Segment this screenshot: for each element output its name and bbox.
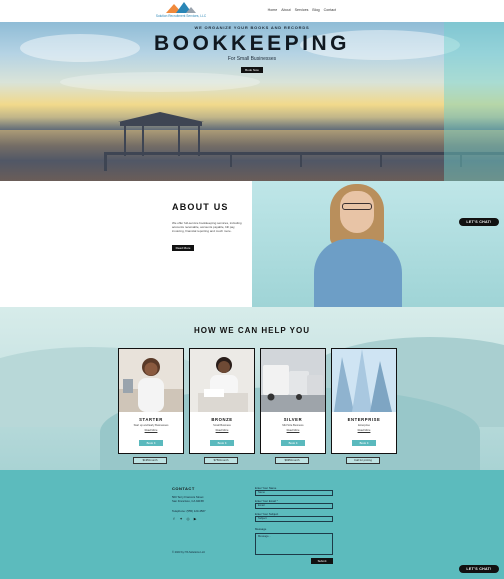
card-desc: Enterprise [358, 424, 370, 427]
youtube-icon[interactable]: ▶ [193, 517, 197, 521]
card-read-more-link[interactable]: Read More [119, 429, 183, 432]
card-read-more-link[interactable]: Read More [261, 429, 325, 432]
price-tag-starter[interactable]: $195/month [133, 457, 167, 464]
card-name: STARTER [139, 417, 163, 422]
silver-photo [261, 349, 325, 412]
about-section: ABOUT US We offer full-service bookkeepi… [0, 181, 504, 307]
contact-heading: CONTACT [172, 486, 195, 491]
book-it-button[interactable]: Book It [281, 440, 305, 446]
nav-item-services[interactable]: Services [295, 8, 309, 12]
instagram-icon[interactable]: ◎ [186, 517, 190, 521]
logo-text: Solution Recruitment Services, LLC [155, 14, 207, 18]
address-line: San Francisco, CA 94158 [172, 498, 204, 503]
read-more-button[interactable]: Read More [172, 245, 194, 251]
nav-item-about[interactable]: About [281, 8, 290, 12]
price-tag-silver[interactable]: $995/month [275, 457, 309, 464]
house-logo-icon [166, 2, 196, 13]
card-desc: Mid Size Business [282, 424, 304, 427]
about-photo [252, 181, 504, 307]
about-title: ABOUT US [172, 202, 229, 212]
card-read-more-link[interactable]: Read More [332, 429, 396, 432]
site-header: Solution Recruitment Services, LLC Home … [0, 0, 504, 22]
book-it-button[interactable]: Book It [210, 440, 234, 446]
card-name: BRONZE [211, 417, 233, 422]
subject-field[interactable]: Subject [255, 516, 333, 522]
nav-item-contact[interactable]: Contact [324, 8, 336, 12]
lets-chat-button[interactable]: LET'S CHAT! [459, 565, 499, 573]
service-card-starter: STARTER Start up and Early Businesses Re… [118, 348, 184, 454]
email-field[interactable]: Email [255, 503, 333, 509]
service-card-silver: SILVER Mid Size Business Read More Book … [260, 348, 326, 454]
services-title: HOW WE CAN HELP YOU [193, 326, 311, 335]
name-field[interactable]: Name [255, 490, 333, 496]
card-desc: Small Business [213, 424, 231, 427]
pier-silhouette [104, 112, 504, 171]
lets-chat-button[interactable]: LET'S CHAT! [459, 218, 499, 226]
glasses-icon [342, 203, 372, 210]
about-text: We offer full-service bookkeeping servic… [172, 221, 242, 234]
facebook-icon[interactable]: f [172, 517, 176, 521]
service-card-enterprise: ENTERPRISE Enterprise Read More Book It [331, 348, 397, 454]
card-desc: Start up and Early Businesses [133, 424, 169, 427]
book-now-button[interactable]: Book Now [241, 67, 263, 73]
price-tag-enterprise[interactable]: Call for pricing [346, 457, 380, 464]
hero-section: WE ORGANIZE YOUR BOOKS AND RECORDS BOOKK… [0, 22, 504, 181]
starter-photo [119, 349, 183, 412]
price-tag-bronze[interactable]: $750/month [204, 457, 238, 464]
main-nav: Home About Services Blog Contact [268, 8, 336, 12]
message-field[interactable]: Message... [255, 533, 333, 555]
woman-face [340, 191, 374, 233]
card-name: SILVER [283, 417, 303, 422]
copyright: © 2023 by ITA Solutions LLC [172, 551, 206, 554]
nav-item-home[interactable]: Home [268, 8, 278, 12]
message-label: Message [255, 527, 267, 531]
hero-subtitle: For Small Businesses [227, 56, 277, 62]
contact-footer: CONTACT 500 Terry Francois Street San Fr… [0, 470, 504, 579]
logo[interactable]: Solution Recruitment Services, LLC [150, 1, 212, 21]
card-name: ENTERPRISE [347, 417, 381, 422]
woman-shirt [314, 239, 402, 307]
hero-title: BOOKKEEPING [153, 32, 351, 55]
hero-kicker: WE ORGANIZE YOUR BOOKS AND RECORDS [194, 25, 310, 30]
social-bar: f ✦ ◎ ▶ [172, 517, 197, 521]
nav-item-blog[interactable]: Blog [312, 8, 319, 12]
phone-number: Telephone: (555) 123-4567 [172, 509, 206, 513]
book-it-button[interactable]: Book It [139, 440, 163, 446]
service-card-bronze: BRONZE Small Business Read More Book It [189, 348, 255, 454]
services-section: HOW WE CAN HELP YOU STARTER Start up and… [0, 307, 504, 470]
enterprise-photo [332, 349, 396, 412]
submit-button[interactable]: Submit [311, 558, 333, 564]
book-it-button[interactable]: Book It [352, 440, 376, 446]
bronze-photo [190, 349, 254, 412]
address: 500 Terry Francois Street San Francisco,… [172, 495, 204, 504]
card-read-more-link[interactable]: Read More [190, 429, 254, 432]
twitter-icon[interactable]: ✦ [179, 517, 183, 521]
